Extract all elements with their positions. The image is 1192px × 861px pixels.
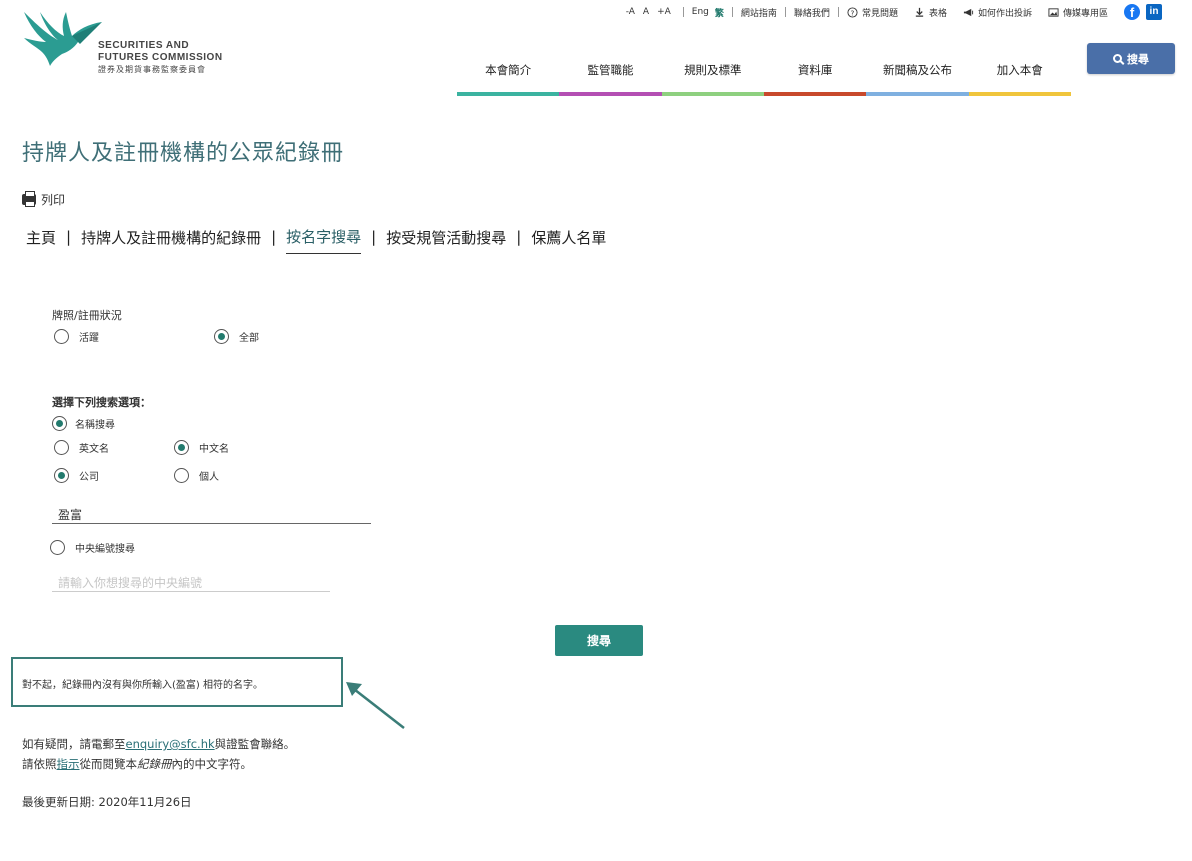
utility-bar: -A A +A Eng 繁 網站指南 聯絡我們 ? 常見問題 表格 如何作出投訴… xyxy=(614,4,1162,20)
logo-line-2: FUTURES COMMISSION xyxy=(98,52,223,63)
radio-circle-selected xyxy=(52,416,67,431)
nav-rules-standards[interactable]: 規則及標準 xyxy=(661,62,764,96)
logo-text: SECURITIES AND FUTURES COMMISSION 證券及期貨事… xyxy=(98,40,223,76)
site-search-label: 搜尋 xyxy=(1127,52,1149,66)
printer-icon xyxy=(22,191,36,207)
radio-circle-selected xyxy=(214,329,229,344)
enquiry-prefix: 如有疑問，請電郵至 xyxy=(22,737,126,751)
enquiry-line: 如有疑問，請電郵至enquiry@sfc.hk與證監會聯絡。 xyxy=(22,736,295,752)
main-nav: 本會簡介 監管職能 規則及標準 資料庫 新聞稿及公布 加入本會 xyxy=(457,62,1071,96)
logo-line-3: 證券及期貨事務監察委員會 xyxy=(98,65,206,74)
enquiry-suffix: 與證監會聯絡。 xyxy=(214,737,296,751)
radio-label: 全部 xyxy=(239,333,259,344)
radio-circle xyxy=(174,468,189,483)
radio-label: 個人 xyxy=(199,472,219,483)
radio-circle xyxy=(50,540,65,555)
logo-line-1: SECURITIES AND xyxy=(98,40,190,51)
guide-suffix: 內的中文字符。 xyxy=(171,757,253,771)
svg-text:?: ? xyxy=(850,8,854,17)
search-options-label: 選擇下列搜索選項： xyxy=(52,396,151,409)
complaint-link[interactable]: 如何作出投訴 xyxy=(955,6,1040,19)
guide-middle: 從而閱覽本 xyxy=(79,757,138,771)
guide-emphasis: 紀錄冊 xyxy=(137,757,172,771)
last-updated: 最後更新日期: 2020年11月26日 xyxy=(22,795,192,809)
radio-label: 英文名 xyxy=(79,444,109,455)
submit-search-button[interactable]: 搜尋 xyxy=(555,625,643,656)
guide-link[interactable]: 指示 xyxy=(57,757,80,771)
radio-label: 中央編號搜尋 xyxy=(75,544,135,555)
radio-label: 名稱搜尋 xyxy=(75,420,115,431)
font-large-button[interactable]: +A xyxy=(657,7,671,17)
search-icon xyxy=(1113,54,1122,63)
faq-link[interactable]: ? 常見問題 xyxy=(839,6,906,19)
sub-navigation: 主頁 | 持牌人及註冊機構的紀錄冊 | 按名字搜尋 | 按受規管活動搜尋 | 保… xyxy=(26,226,606,254)
subnav-search-by-activity[interactable]: 按受規管活動搜尋 xyxy=(386,227,506,254)
central-number-input[interactable] xyxy=(52,574,330,592)
enquiry-email-link[interactable]: enquiry@sfc.hk xyxy=(126,737,215,751)
complaint-label: 如何作出投訴 xyxy=(977,8,1032,19)
radio-circle xyxy=(54,329,69,344)
media-label: 傳媒專用區 xyxy=(1062,8,1108,19)
page-title: 持牌人及註冊機構的公眾紀錄冊 xyxy=(22,141,345,166)
font-normal-button[interactable]: A xyxy=(643,7,649,17)
image-icon xyxy=(1048,7,1059,17)
font-size-controls: -A A +A xyxy=(614,7,683,17)
subnav-home[interactable]: 主頁 xyxy=(26,227,56,254)
divider: | xyxy=(371,228,377,246)
divider: | xyxy=(516,228,522,246)
megaphone-icon xyxy=(963,8,974,16)
question-circle-icon: ? xyxy=(847,6,858,18)
guide-line: 請依照指示從而閱覽本紀錄冊內的中文字符。 xyxy=(22,756,252,772)
divider: | xyxy=(66,228,72,246)
lang-tc-link[interactable]: 繁 xyxy=(715,6,724,19)
subnav-register[interactable]: 持牌人及註冊機構的紀錄冊 xyxy=(81,227,261,254)
print-label: 列印 xyxy=(41,193,66,207)
status-label: 牌照/註冊狀況 xyxy=(52,309,122,322)
radio-circle-selected xyxy=(54,468,69,483)
nav-databases[interactable]: 資料庫 xyxy=(763,62,867,96)
radio-status-active[interactable]: 活躍 xyxy=(54,329,99,344)
eagle-logo-icon xyxy=(24,12,102,66)
radio-company[interactable]: 公司 xyxy=(54,468,99,483)
sitemap-link[interactable]: 網站指南 xyxy=(733,6,785,19)
facebook-icon[interactable]: f xyxy=(1124,4,1140,20)
sfc-logo[interactable]: SECURITIES AND FUTURES COMMISSION 證券及期貨事… xyxy=(22,10,242,80)
site-search-button[interactable]: 搜尋 xyxy=(1087,43,1175,74)
faq-label: 常見問題 xyxy=(861,8,898,19)
media-link[interactable]: 傳媒專用區 xyxy=(1040,6,1116,19)
forms-label: 表格 xyxy=(928,8,947,19)
font-small-button[interactable]: -A xyxy=(626,7,635,17)
print-link[interactable]: 列印 xyxy=(22,191,65,208)
radio-label: 活躍 xyxy=(79,333,99,344)
lang-english-link[interactable]: Eng xyxy=(692,7,709,17)
divider: | xyxy=(271,228,277,246)
guide-prefix: 請依照 xyxy=(22,757,57,771)
subnav-search-by-name[interactable]: 按名字搜尋 xyxy=(286,226,362,254)
nav-news-announcements[interactable]: 新聞稿及公布 xyxy=(866,62,969,96)
radio-english-name[interactable]: 英文名 xyxy=(54,440,109,455)
nav-about[interactable]: 本會簡介 xyxy=(457,62,560,96)
radio-name-search[interactable]: 名稱搜尋 xyxy=(52,416,115,431)
no-result-message: 對不起，紀錄冊內沒有與你所輸入(盈富) 相符的名字。 xyxy=(22,680,263,691)
name-search-input[interactable] xyxy=(52,506,371,524)
linkedin-icon[interactable]: in xyxy=(1146,4,1162,20)
radio-status-all[interactable]: 全部 xyxy=(214,329,259,344)
subnav-sponsors-list[interactable]: 保薦人名單 xyxy=(531,227,606,254)
contact-link[interactable]: 聯絡我們 xyxy=(786,6,838,19)
download-icon xyxy=(915,7,924,17)
nav-regulatory-functions[interactable]: 監管職能 xyxy=(559,62,662,96)
radio-central-number-search[interactable]: 中央編號搜尋 xyxy=(50,540,135,555)
radio-circle xyxy=(54,440,69,455)
radio-label: 公司 xyxy=(79,472,99,483)
nav-careers[interactable]: 加入本會 xyxy=(968,62,1071,96)
annotation-arrow-icon xyxy=(346,682,405,729)
forms-link[interactable]: 表格 xyxy=(906,6,955,19)
radio-label: 中文名 xyxy=(199,444,229,455)
radio-individual[interactable]: 個人 xyxy=(174,468,219,483)
radio-chinese-name[interactable]: 中文名 xyxy=(174,440,229,455)
language-switch: Eng 繁 xyxy=(684,6,732,19)
radio-circle-selected xyxy=(174,440,189,455)
